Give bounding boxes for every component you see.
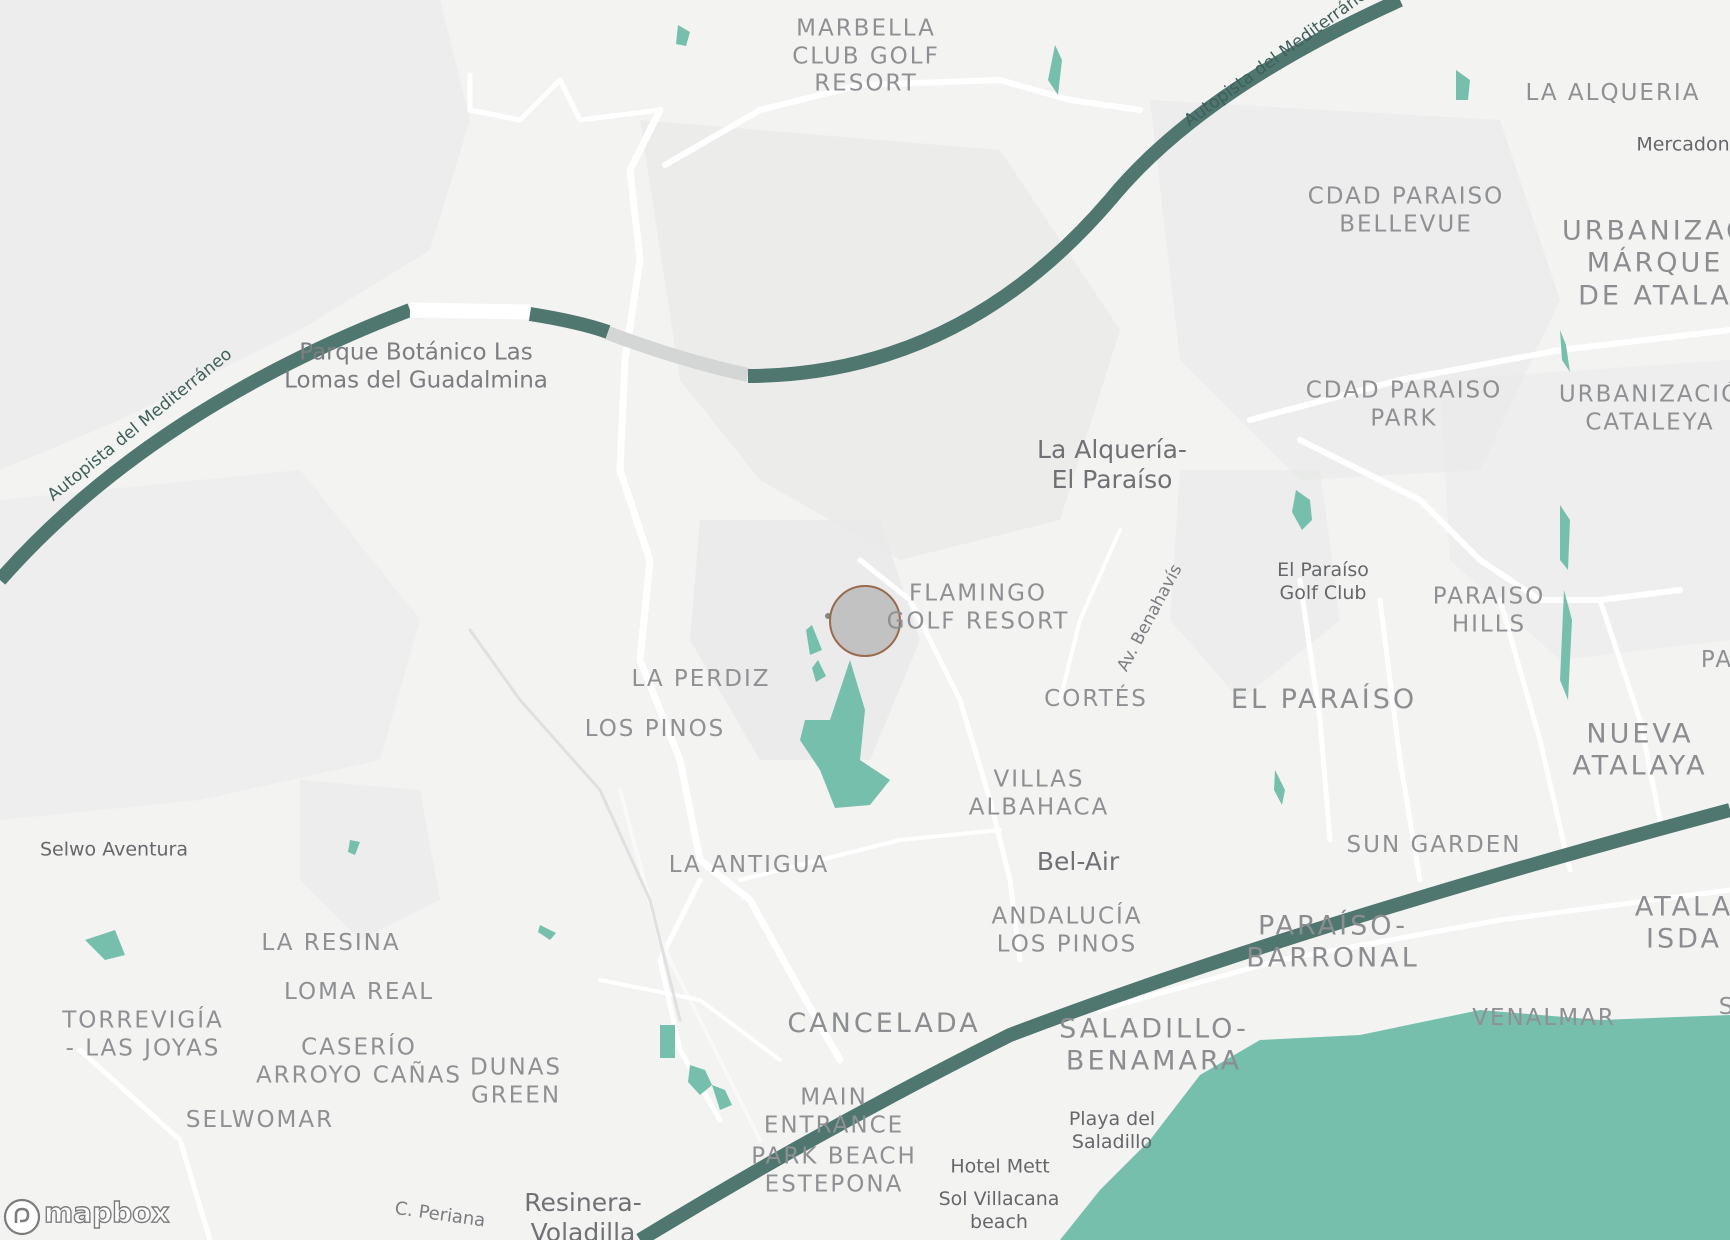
label-paraiso-hills: PARAISO HILLS <box>1432 583 1546 637</box>
label-park-beach-estepona: PARK BEACH ESTEPONA <box>751 1143 917 1197</box>
label-bel-air: Bel-Air <box>1036 847 1120 876</box>
label-pa: PA <box>1700 647 1730 674</box>
label-saladillo-benamara: SALADILLO- BENAMARA <box>1059 1013 1249 1077</box>
label-marbella-club: MARBELLA CLUB GOLF RESORT <box>792 15 940 97</box>
label-alqueria-paraiso: La Alquería- El Paraíso <box>1037 435 1187 494</box>
label-mercadona: Mercadon <box>1636 133 1730 156</box>
label-los-pinos: LOS PINOS <box>584 716 726 743</box>
label-cortes: CORTÉS <box>1044 686 1148 713</box>
label-playa-saladillo: Playa del Saladillo <box>1068 1108 1156 1153</box>
label-cdad-bellevue: CDAD PARAISO BELLEVUE <box>1307 183 1505 237</box>
label-flamingo-golf: FLAMINGO GOLF RESORT <box>886 580 1070 634</box>
label-hotel-mett: Hotel Mett <box>950 1155 1050 1178</box>
label-cdad-park: CDAD PARAISO PARK <box>1305 377 1503 431</box>
label-urb-cataleya: URBANIZACIÓ CATALEYA <box>1558 381 1730 435</box>
label-la-resina: LA RESINA <box>261 930 401 957</box>
label-dunas-green: DUNAS GREEN <box>469 1054 563 1108</box>
mapbox-logo[interactable]: mapbox <box>4 1195 170 1229</box>
mapbox-wordmark: mapbox <box>43 1195 170 1229</box>
label-la-alqueria: LA ALQUERIA <box>1525 80 1701 107</box>
label-el-paraiso: EL PARAÍSO <box>1230 683 1418 715</box>
label-caserio: CASERÍO ARROYO CAÑAS <box>255 1034 463 1088</box>
label-selwomar: SELWOMAR <box>185 1107 335 1134</box>
label-loma-real: LOMA REAL <box>283 979 435 1006</box>
label-selwo-aventura: Selwo Aventura <box>39 838 189 861</box>
label-atala-isda: ATALA ISDA <box>1634 891 1730 955</box>
label-cancelada: CANCELADA <box>787 1007 981 1039</box>
label-sol-villacana: Sol Villacana beach <box>938 1188 1060 1233</box>
label-la-perdiz: LA PERDIZ <box>631 666 771 693</box>
map-canvas[interactable]: Autopista del Mediterráneo Autopista del… <box>0 0 1730 1240</box>
label-resinera-voladilla: Resinera- Voladilla <box>524 1188 642 1240</box>
label-s-edge: S <box>1718 994 1730 1021</box>
label-nueva-atalaya: NUEVA ATALAYA <box>1572 718 1708 782</box>
label-venalmar: VENALMAR <box>1472 1005 1616 1032</box>
label-sun-garden: SUN GARDEN <box>1346 832 1522 859</box>
label-paraiso-barronal: PARAÍSO- BARRONAL <box>1246 910 1420 974</box>
label-andalucia-los-pinos: ANDALUCÍA LOS PINOS <box>991 903 1143 957</box>
label-la-antigua: LA ANTIGUA <box>668 852 830 879</box>
label-paraiso-golf-club: El Paraíso Golf Club <box>1277 559 1369 604</box>
label-main-entrance: MAIN ENTRANCE <box>763 1084 905 1138</box>
label-villas-albahaca: VILLAS ALBAHACA <box>968 766 1110 820</box>
label-torreviga: TORREVIGÍA - LAS JOYAS <box>62 1007 224 1061</box>
label-urb-marques: URBANIZAC MÁRQUE DE ATALA <box>1561 215 1730 312</box>
label-parque-botanico: Parque Botánico Las Lomas del Guadalmina <box>284 339 548 393</box>
